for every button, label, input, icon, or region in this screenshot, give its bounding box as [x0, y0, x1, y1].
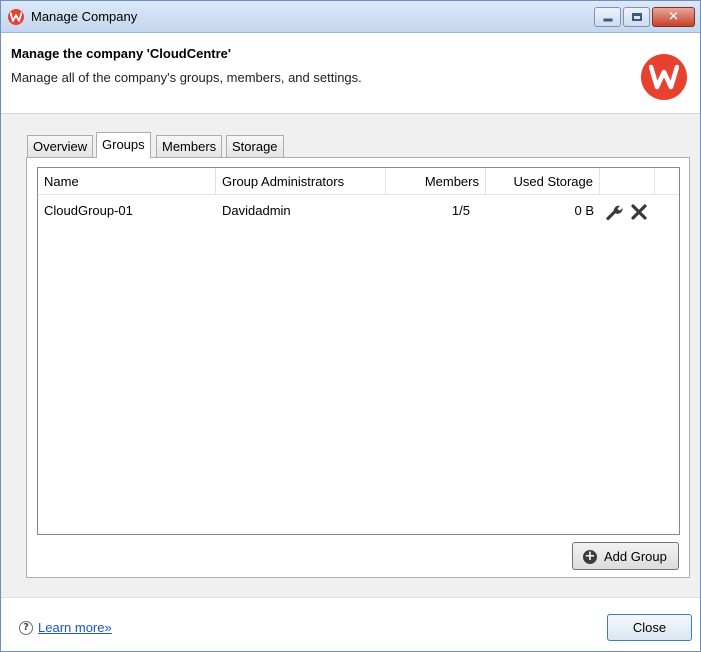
column-header-name[interactable]: Name	[38, 168, 216, 195]
tab-label: Overview	[33, 139, 88, 154]
column-header-used-storage[interactable]: Used Storage	[486, 168, 600, 195]
maximize-icon	[631, 13, 642, 21]
tab-overview[interactable]: Overview	[27, 135, 94, 157]
manage-company-dialog: Manage Company ✕ Manage the company 'Clo…	[0, 0, 701, 652]
tab-storage[interactable]: Storage	[226, 135, 284, 157]
add-circle-icon: +	[583, 549, 597, 564]
tab-label: Groups	[102, 137, 145, 152]
title-bar[interactable]: Manage Company ✕	[1, 1, 700, 33]
column-header-members[interactable]: Members	[386, 168, 486, 195]
dialog-description: Manage all of the company's groups, memb…	[11, 70, 362, 85]
table-row[interactable]: CloudGroup-01 Davidadmin 1/5 0 B	[38, 196, 679, 224]
footer-divider	[1, 597, 700, 598]
column-header-actions	[600, 168, 655, 195]
close-button[interactable]: Close	[607, 614, 692, 641]
tab-label: Members	[162, 139, 217, 154]
brand-logo-icon	[641, 54, 687, 100]
groups-table[interactable]: Name Group Administrators Members Used S…	[37, 167, 680, 535]
minimize-icon	[603, 18, 612, 22]
column-header-administrators[interactable]: Group Administrators	[216, 168, 386, 195]
cell-group-administrators: Davidadmin	[222, 203, 291, 218]
tab-members[interactable]: Members	[156, 135, 223, 157]
tab-label: Storage	[232, 139, 278, 154]
cell-members-count: 1/5	[451, 203, 470, 218]
tab-groups[interactable]: Groups	[96, 132, 151, 158]
table-header: Name Group Administrators Members Used S…	[38, 168, 679, 195]
delete-x-icon[interactable]	[630, 203, 648, 221]
learn-more-link[interactable]: Learn more»	[38, 620, 112, 635]
wrench-icon[interactable]	[606, 203, 624, 221]
help-icon[interactable]: ?	[19, 621, 33, 635]
add-group-label: Add Group	[604, 549, 667, 564]
minimize-button[interactable]	[594, 7, 621, 27]
close-window-button[interactable]: ✕	[652, 7, 695, 27]
add-group-button[interactable]: + Add Group	[572, 542, 679, 570]
window-title: Manage Company	[31, 9, 138, 24]
maximize-button[interactable]	[623, 7, 650, 27]
app-logo-icon	[8, 9, 24, 25]
cell-used-storage: 0 B	[574, 203, 594, 218]
close-icon: ✕	[668, 9, 679, 25]
close-button-label: Close	[632, 620, 667, 635]
cell-group-name: CloudGroup-01	[44, 203, 133, 218]
dialog-heading: Manage the company 'CloudCentre'	[11, 46, 231, 61]
groups-tab-panel: Name Group Administrators Members Used S…	[26, 157, 690, 578]
